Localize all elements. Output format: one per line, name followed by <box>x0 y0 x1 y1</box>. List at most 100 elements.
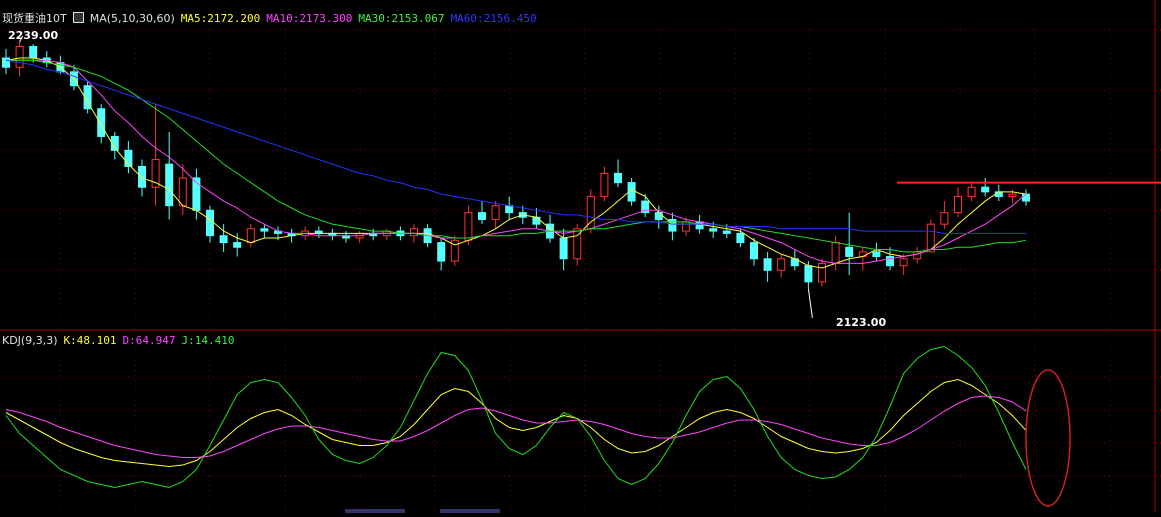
candle-body-down <box>260 228 269 232</box>
price-panel-header: 现货重油10T MA(5,10,30,60) MA5:2172.200 MA10:21… <box>2 10 543 26</box>
candle <box>845 212 854 275</box>
grid-lines <box>0 28 1161 513</box>
candle <box>260 224 269 238</box>
candle-body-up <box>777 258 786 271</box>
high-price-label: 2239.00 <box>8 29 59 42</box>
kdj-k-value: K:48.101 <box>63 334 117 347</box>
candle <box>559 228 568 271</box>
kdj-params[interactable]: KDJ(9,3,3) <box>2 334 58 347</box>
candle-body-down <box>804 265 813 283</box>
candle-body-down <box>219 235 228 244</box>
candle-body-down <box>505 205 514 214</box>
kdj-d-value: D:64.947 <box>122 334 176 347</box>
candle <box>940 201 949 229</box>
candle-body-down <box>654 212 663 221</box>
candle <box>246 224 255 248</box>
candle-body-down <box>614 172 622 184</box>
candle-body-up <box>954 195 962 214</box>
candle-body-up <box>818 262 826 283</box>
candle-body-down <box>994 191 1003 197</box>
candle <box>858 247 867 271</box>
candle-body-up <box>899 258 908 267</box>
candle-body-up <box>600 172 609 197</box>
candle <box>967 182 976 202</box>
candle-body-down <box>750 242 758 260</box>
candle-body-down <box>886 255 894 267</box>
candle <box>478 201 486 225</box>
candle <box>750 238 758 266</box>
candle <box>913 247 922 264</box>
symbol-name[interactable]: 现货重油10T <box>2 12 67 25</box>
ma30-line <box>6 59 1027 253</box>
kdj-k-line <box>5 378 1027 468</box>
candle <box>151 104 160 206</box>
scrollbar-thumb <box>440 509 500 513</box>
candle-body-up <box>15 45 24 68</box>
candle <box>314 226 323 238</box>
candle-body-up <box>1008 193 1017 197</box>
candlestick-series <box>2 41 1030 289</box>
candle <box>206 205 214 243</box>
candle-body-down <box>981 186 990 193</box>
candle <box>641 194 650 218</box>
candle-body-down <box>165 163 174 207</box>
candle <box>981 178 990 197</box>
kdj-d-line <box>5 395 1027 458</box>
chart-canvas <box>0 0 1161 513</box>
ma60-value: MA60:2156.450 <box>450 12 537 25</box>
candle-body-down <box>138 165 146 188</box>
candle <box>954 187 962 218</box>
candle-body-down <box>709 228 718 232</box>
candle <box>342 231 350 243</box>
candle <box>219 224 228 252</box>
candle-body-up <box>178 177 187 207</box>
candle <box>600 166 609 202</box>
candle-body-down <box>532 216 541 225</box>
candle-body-down <box>233 242 242 248</box>
candle-body-down <box>1022 193 1030 202</box>
candle <box>97 104 106 144</box>
kdj-j-value: J:14.410 <box>181 334 235 347</box>
candle-body-up <box>410 228 418 237</box>
candle-body-down <box>872 251 881 257</box>
candle-body-up <box>682 221 690 232</box>
candle <box>777 254 786 278</box>
candle-body-down <box>763 258 772 271</box>
candle-body-up <box>491 205 500 221</box>
candle <box>818 258 826 287</box>
candle-body-up <box>967 186 976 197</box>
ma30-value: MA30:2153.067 <box>358 12 445 25</box>
ma-toggle-icon[interactable] <box>72 12 84 23</box>
candle <box>491 201 500 229</box>
candle-body-down <box>722 230 731 234</box>
candle-body-down <box>668 219 677 232</box>
candle-body-down <box>559 237 568 260</box>
ma-params[interactable]: MA(5,10,30,60) <box>90 12 175 25</box>
candle <box>1022 189 1030 206</box>
candle <box>614 159 622 188</box>
candle <box>668 212 677 241</box>
kline-chart[interactable] <box>0 0 1161 513</box>
ma10-value: MA10:2173.300 <box>266 12 353 25</box>
candle <box>124 141 133 174</box>
candle <box>450 235 459 266</box>
ma60-line <box>5 59 1026 234</box>
candle-body-down <box>29 45 38 59</box>
candle <box>42 51 51 68</box>
candle <box>355 231 364 243</box>
candle-body-down <box>736 232 745 244</box>
scrollbar-thumb <box>345 509 405 513</box>
candle <box>505 196 514 220</box>
candle <box>763 251 772 282</box>
kdj-panel-header: KDJ(9,3,3) K:48.101 D:64.947 J:14.410 <box>2 334 240 347</box>
candle-body-up <box>246 228 255 244</box>
candle-body-up <box>464 212 473 241</box>
kdj-j-line <box>5 345 1027 489</box>
candle <box>110 131 119 160</box>
candle <box>15 41 24 77</box>
candle <box>831 235 840 271</box>
candle-body-down <box>437 242 446 262</box>
candle-body-up <box>940 212 949 225</box>
candle <box>328 228 337 241</box>
candle-body-up <box>831 242 840 264</box>
